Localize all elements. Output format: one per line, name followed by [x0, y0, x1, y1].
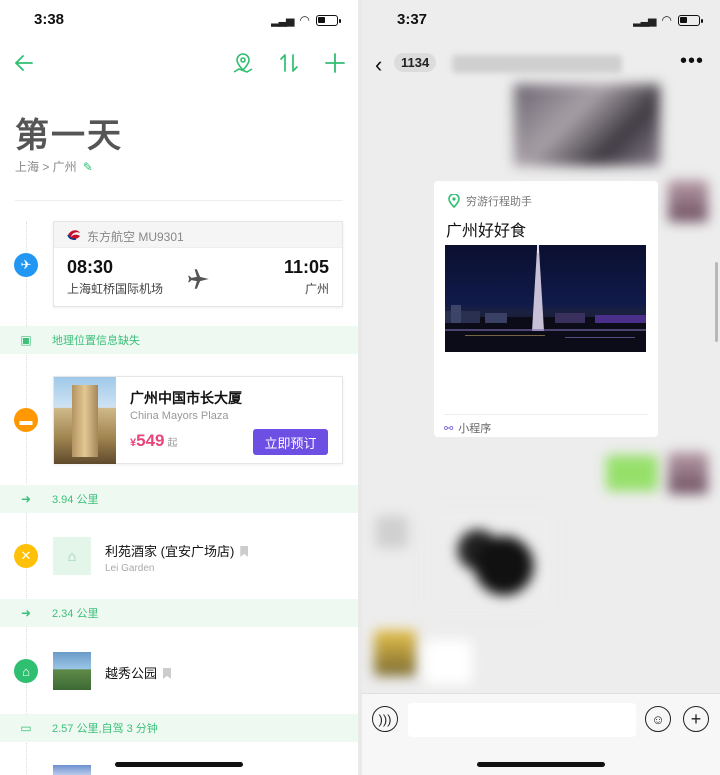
park-photo [53, 652, 91, 690]
status-icons: ▂▃▅ ◠ [633, 13, 703, 27]
status-icons: ▂▃▅ ◠ [271, 13, 341, 27]
bookmark-icon[interactable] [240, 546, 249, 557]
status-time: 3:38 [34, 11, 65, 28]
park-name: 越秀公园 [105, 663, 172, 682]
hotel-photo [54, 377, 116, 464]
canton-tower-night-image [445, 245, 646, 352]
card-footer-label: 小程序 [458, 423, 492, 435]
hotel-price: ¥549 起 [130, 431, 178, 451]
bookmark-icon[interactable] [163, 668, 172, 679]
location-missing-band: ▣ 地理位置信息缺失 [0, 326, 358, 354]
airplane-icon [188, 269, 209, 289]
message-input[interactable] [408, 703, 636, 737]
pencil-icon[interactable]: ✎ [83, 160, 93, 174]
next-item-photo [53, 765, 91, 775]
restaurant-name-en: Lei Garden [105, 563, 155, 574]
toolbar [0, 48, 358, 80]
distance-text-1: 3.94 公里 [52, 494, 99, 506]
airline-name: 东方航空 MU9301 [87, 230, 184, 244]
plus-icon[interactable]: + [683, 706, 709, 732]
divider [15, 200, 343, 201]
avatar[interactable] [668, 452, 708, 494]
chat-header: ‹ 1134 ••• [362, 50, 720, 78]
voice-icon[interactable]: ))) [372, 706, 398, 732]
page-title: 第一天 [15, 117, 123, 155]
car-icon: ▭ [20, 721, 32, 735]
park-name-text: 越秀公园 [105, 666, 158, 681]
emoji-icon[interactable]: ☺ [645, 706, 671, 732]
hotel-card[interactable]: 广州中国市长大厦 China Mayors Plaza ¥549 起 立即预订 [53, 376, 343, 464]
route-text: 上海 > 广州 [15, 160, 77, 174]
sent-message-blurred[interactable] [606, 455, 658, 491]
landmark-dot-icon: ⌂ [14, 659, 38, 683]
chat-screen: 3:37 ▂▃▅ ◠ ‹ 1134 ••• 穷游行程助手 广州好好食 ⚯ 小程序… [362, 0, 720, 775]
arrow-right-icon: ➜ [20, 606, 32, 620]
link-icon: ⚯ [444, 422, 454, 435]
airline-header: 东方航空 MU9301 [54, 222, 342, 248]
price-value: 549 [136, 431, 165, 450]
sort-icon[interactable] [276, 50, 302, 76]
itinerary-screen: 3:38 ▂▃▅ ◠ 第一天 上海 > 广州 ✎ ✈ 东方航空 MU9301 0… [0, 0, 358, 775]
arrow-left-icon[interactable] [11, 50, 37, 76]
status-time: 3:37 [397, 11, 428, 28]
distance-band-2: ➜ 2.34 公里 [0, 599, 358, 627]
wifi-icon: ◠ [661, 13, 672, 27]
battery-icon [678, 14, 703, 26]
unread-count-badge[interactable]: 1134 [394, 53, 437, 72]
airplane-dot-icon: ✈ [14, 253, 38, 277]
airline-logo-icon [67, 230, 80, 240]
park-item[interactable]: 越秀公园 [53, 652, 343, 692]
departure-airport: 上海虹桥国际机场 [67, 282, 164, 296]
location-missing-text: 地理位置信息缺失 [52, 335, 140, 347]
image-message-blurred[interactable] [514, 84, 660, 166]
home-indicator [115, 762, 243, 767]
wifi-icon: ◠ [299, 13, 310, 27]
restaurant-item[interactable]: ⌂ 利苑酒家 (宜安广场店) Lei Garden [53, 537, 343, 577]
distance-text-3: 2.57 公里,自驾 3 分钟 [52, 723, 158, 735]
route-label[interactable]: 上海 > 广州 ✎ [15, 158, 93, 175]
flight-card[interactable]: 东方航空 MU9301 08:30 11:05 上海虹桥国际机场 广州 [53, 221, 343, 307]
location-pin-icon [448, 194, 460, 208]
status-bar: 3:37 ▂▃▅ ◠ [362, 0, 720, 40]
card-footer: ⚯ 小程序 [444, 414, 648, 436]
card-title: 广州好好食 [446, 223, 527, 240]
card-cover-image [445, 245, 646, 352]
restaurant-name: 利苑酒家 (宜安广场店) [105, 541, 249, 560]
bus-icon: ▣ [20, 333, 32, 347]
chat-title-blurred [452, 55, 622, 73]
restaurant-thumb-icon: ⌂ [53, 537, 91, 575]
restaurant-name-text: 利苑酒家 (宜安广场店) [105, 544, 235, 559]
avatar[interactable] [376, 516, 408, 548]
battery-icon [316, 14, 341, 26]
more-icon[interactable]: ••• [680, 50, 704, 73]
bed-dot-icon: ▬ [14, 408, 38, 432]
signal-icon: ▂▃▅ [271, 14, 294, 27]
avatar[interactable] [668, 180, 708, 222]
card-source-name: 穷游行程助手 [466, 196, 532, 208]
arrow-right-icon: ➜ [20, 492, 32, 506]
received-message-blurred[interactable] [424, 640, 472, 684]
arrival-city: 广州 [304, 282, 329, 296]
price-suffix: 起 [167, 438, 178, 449]
distance-band-1: ➜ 3.94 公里 [0, 485, 358, 513]
fork-knife-dot-icon: ✕ [14, 544, 38, 568]
sticker-message-blurred[interactable] [426, 508, 556, 613]
signal-icon: ▂▃▅ [633, 14, 656, 27]
hotel-name-en: China Mayors Plaza [130, 410, 229, 422]
map-pin-icon[interactable] [230, 50, 256, 76]
home-indicator [477, 762, 605, 767]
chevron-left-icon[interactable]: ‹ [375, 52, 382, 78]
distance-text-2: 2.34 公里 [52, 608, 99, 620]
mini-program-card[interactable]: 穷游行程助手 广州好好食 ⚯ 小程序 [434, 181, 658, 437]
plus-icon[interactable] [322, 50, 348, 76]
card-source: 穷游行程助手 [448, 193, 532, 209]
hotel-name: 广州中国市长大厦 [130, 390, 242, 406]
arrival-time: 11:05 [283, 257, 329, 277]
status-bar: 3:38 ▂▃▅ ◠ [0, 0, 358, 40]
avatar[interactable] [374, 630, 416, 676]
departure-time: 08:30 [67, 257, 114, 277]
distance-band-3: ▭ 2.57 公里,自驾 3 分钟 [0, 714, 358, 742]
book-now-button[interactable]: 立即预订 [253, 429, 328, 455]
scrollbar[interactable] [715, 262, 718, 342]
